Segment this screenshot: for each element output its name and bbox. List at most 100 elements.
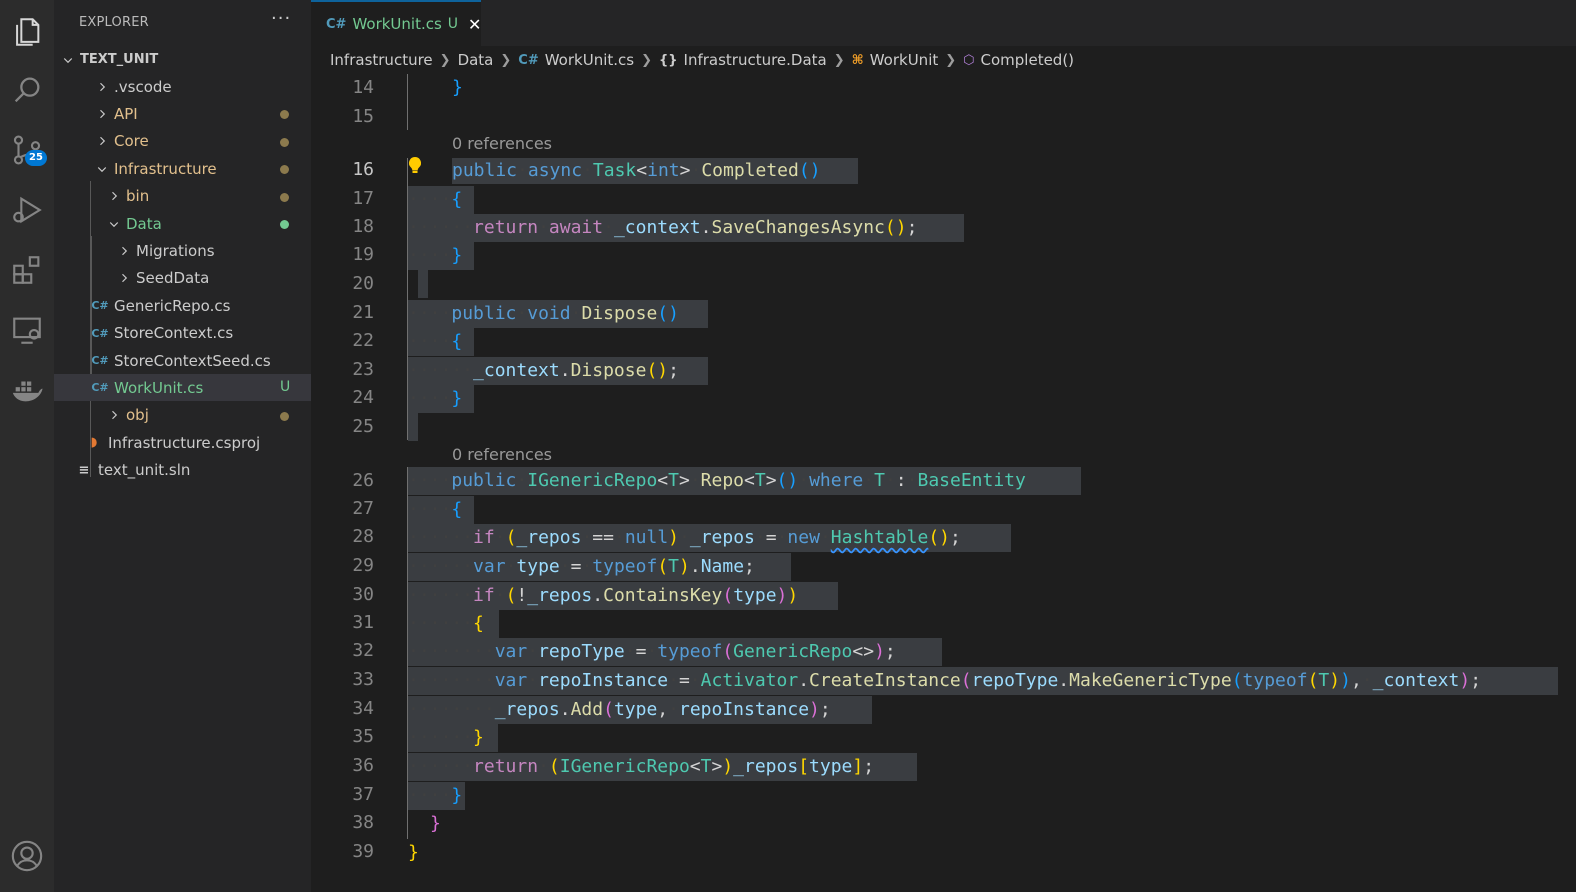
class-icon: ⌘: [851, 52, 864, 68]
codelens-references[interactable]: 0 references: [452, 445, 552, 464]
tree-item[interactable]: API: [54, 100, 311, 127]
tree-item[interactable]: Core: [54, 128, 311, 155]
code-line: ····{: [408, 499, 463, 520]
docker-icon[interactable]: [0, 364, 54, 416]
extensions-icon[interactable]: [0, 244, 54, 296]
chevron-right-icon: [106, 407, 122, 423]
breadcrumb-item[interactable]: WorkUnit.cs: [545, 51, 634, 69]
explorer-sidebar: EXPLORER ··· TEXT_UNIT .vscode API Core Inf…: [54, 0, 311, 892]
code-line: ······if·(!_repos.ContainsKey(type)): [408, 585, 799, 606]
chevron-right-icon: [94, 79, 110, 95]
code-line: ····{: [408, 331, 463, 352]
tree-item[interactable]: C# StoreContextSeed.cs: [54, 347, 311, 374]
code-line: ····}: [408, 245, 463, 266]
tree-item-label: Core: [114, 132, 149, 151]
code-line: ······return·(IGenericRepo<T>)_repos[typ…: [408, 756, 875, 777]
tree-item[interactable]: ◗ Infrastructure.csproj: [54, 429, 311, 456]
tree-item-label: StoreContext.cs: [114, 324, 234, 343]
tree-item-label: text_unit.sln: [98, 461, 191, 480]
breadcrumb-item[interactable]: Completed(): [981, 51, 1075, 69]
line-number: 39: [352, 841, 374, 862]
account-icon[interactable]: [0, 830, 54, 882]
csharp-file-icon: C#: [91, 381, 109, 395]
tree-item[interactable]: .vscode: [54, 73, 311, 100]
breadcrumb-item[interactable]: WorkUnit: [870, 51, 939, 69]
source-control-icon[interactable]: 25: [0, 124, 54, 176]
modified-dot: [280, 110, 289, 120]
tree-item-label: .vscode: [114, 77, 172, 96]
tree-item-label: Infrastructure.csproj: [108, 433, 261, 452]
modified-dot: [280, 137, 289, 147]
code-line: public·async·Task<int>·Completed(): [452, 160, 821, 181]
tree-item-label: Migrations: [136, 241, 215, 260]
code-line: ········var·repoInstance·=·Activator.Cre…: [408, 670, 1482, 691]
line-number: 15: [352, 106, 374, 127]
breadcrumb: Infrastructure ❯ Data ❯ C# WorkUnit.cs ❯…: [311, 46, 1576, 74]
code-line: ······return·await·_context.SaveChangesA…: [408, 217, 918, 238]
explorer-icon[interactable]: [0, 6, 54, 58]
modified-dot: [280, 165, 289, 175]
tab-bar: C# WorkUnit.cs U ✕: [311, 0, 1576, 46]
run-debug-icon[interactable]: [0, 184, 54, 236]
code-line: ······if·(_repos·==·null)·_repos·=·new·H…: [408, 527, 961, 548]
remote-explorer-icon[interactable]: [0, 304, 54, 356]
tree-item[interactable]: Migrations: [54, 237, 311, 264]
line-number: 38: [352, 812, 374, 833]
tree-item[interactable]: obj: [54, 402, 311, 429]
tree-item[interactable]: SeedData: [54, 265, 311, 292]
workspace-root[interactable]: TEXT_UNIT: [54, 46, 311, 73]
search-icon[interactable]: [0, 64, 54, 116]
chevron-right-icon: [94, 133, 110, 149]
line-number: 29: [352, 555, 374, 576]
line-number: 26: [352, 470, 374, 491]
code-line: ····public·void·Dispose(): [408, 303, 679, 324]
line-number: 28: [352, 526, 374, 547]
line-number: 24: [352, 387, 374, 408]
code-line: ····}: [408, 785, 463, 806]
tree-item[interactable]: ≡ text_unit.sln: [54, 457, 311, 484]
codelens-references[interactable]: 0 references: [452, 134, 552, 153]
selection-bg: [408, 413, 418, 441]
tree-item[interactable]: C# WorkUnit.cs U: [54, 374, 311, 402]
code-line: ····}: [408, 388, 463, 409]
line-number: 30: [352, 584, 374, 605]
modified-dot: [280, 220, 289, 229]
tab-workunit[interactable]: C# WorkUnit.cs U ✕: [311, 0, 481, 46]
tree-item[interactable]: Data: [54, 210, 311, 237]
modified-dot: [280, 411, 289, 421]
line-number: 22: [352, 330, 374, 351]
code-editor[interactable]: 14 15 16 17 18 19 20 21 22 23 24 25 26 27 28 29 30 31 32 33…: [311, 74, 1576, 892]
chevron-right-icon: [116, 270, 132, 286]
chevron-right-icon: ❯: [641, 52, 652, 68]
tree-item-label: obj: [126, 406, 149, 425]
more-actions-icon[interactable]: ···: [271, 8, 291, 29]
tree-item[interactable]: Infrastructure: [54, 155, 311, 182]
tab-label: WorkUnit.cs: [352, 15, 442, 33]
tree-item-label: bin: [126, 187, 150, 206]
line-number: 21: [352, 302, 374, 323]
line-number: 32: [352, 640, 374, 661]
tree-item[interactable]: C# GenericRepo.cs: [54, 292, 311, 319]
tree-item[interactable]: bin: [54, 183, 311, 210]
modified-dot: [280, 192, 289, 202]
code-line: ······{: [408, 613, 484, 634]
line-number: 34: [352, 698, 374, 719]
line-number: 19: [352, 244, 374, 265]
breadcrumb-item[interactable]: Infrastructure: [330, 51, 433, 69]
source-control-badge: 25: [25, 150, 47, 166]
line-number: 14: [352, 77, 374, 98]
method-icon: ⬡: [963, 52, 975, 68]
line-number: 16: [352, 159, 374, 180]
csharp-file-icon: C#: [91, 354, 109, 367]
activity-bar: 25: [0, 0, 54, 892]
explorer-title: EXPLORER: [79, 15, 149, 30]
lightbulb-icon[interactable]: [407, 156, 423, 180]
csharp-file-icon: C#: [518, 52, 539, 68]
line-number: 37: [352, 784, 374, 805]
breadcrumb-item[interactable]: Data: [458, 51, 494, 69]
breadcrumb-item[interactable]: Infrastructure.Data: [684, 51, 827, 69]
close-icon[interactable]: ✕: [468, 15, 481, 34]
rss-file-icon: ◗: [90, 435, 98, 451]
tree-item[interactable]: C# StoreContext.cs: [54, 320, 311, 347]
chevron-right-icon: ❯: [945, 52, 957, 68]
